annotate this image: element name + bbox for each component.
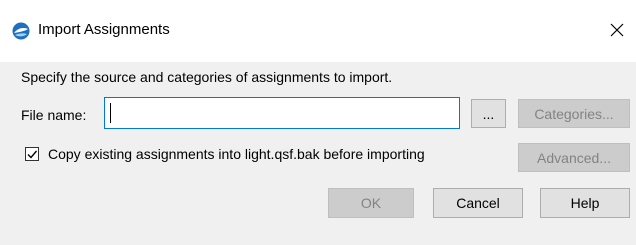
copy-assignments-checkbox[interactable] [25, 147, 39, 161]
dialog-body: Specify the source and categories of ass… [0, 62, 636, 245]
copy-assignments-label[interactable]: Copy existing assignments into light.qsf… [48, 146, 425, 162]
text-caret [110, 103, 111, 123]
categories-button[interactable]: Categories... [518, 99, 630, 128]
app-globe-icon [12, 22, 30, 40]
help-button[interactable]: Help [540, 188, 630, 218]
file-name-input[interactable] [104, 97, 460, 129]
file-name-label: File name: [21, 107, 87, 123]
ok-button[interactable]: OK [328, 188, 414, 218]
close-icon [610, 23, 624, 37]
browse-button[interactable]: ... [471, 99, 506, 128]
close-button[interactable] [602, 14, 632, 46]
advanced-button[interactable]: Advanced... [518, 143, 630, 172]
cancel-button[interactable]: Cancel [433, 188, 523, 218]
checkmark-icon [27, 150, 38, 159]
import-assignments-dialog: Import Assignments Specify the source an… [0, 0, 636, 245]
description-text: Specify the source and categories of ass… [21, 69, 393, 85]
title-bar: Import Assignments [0, 0, 636, 62]
window-title: Import Assignments [38, 21, 170, 38]
